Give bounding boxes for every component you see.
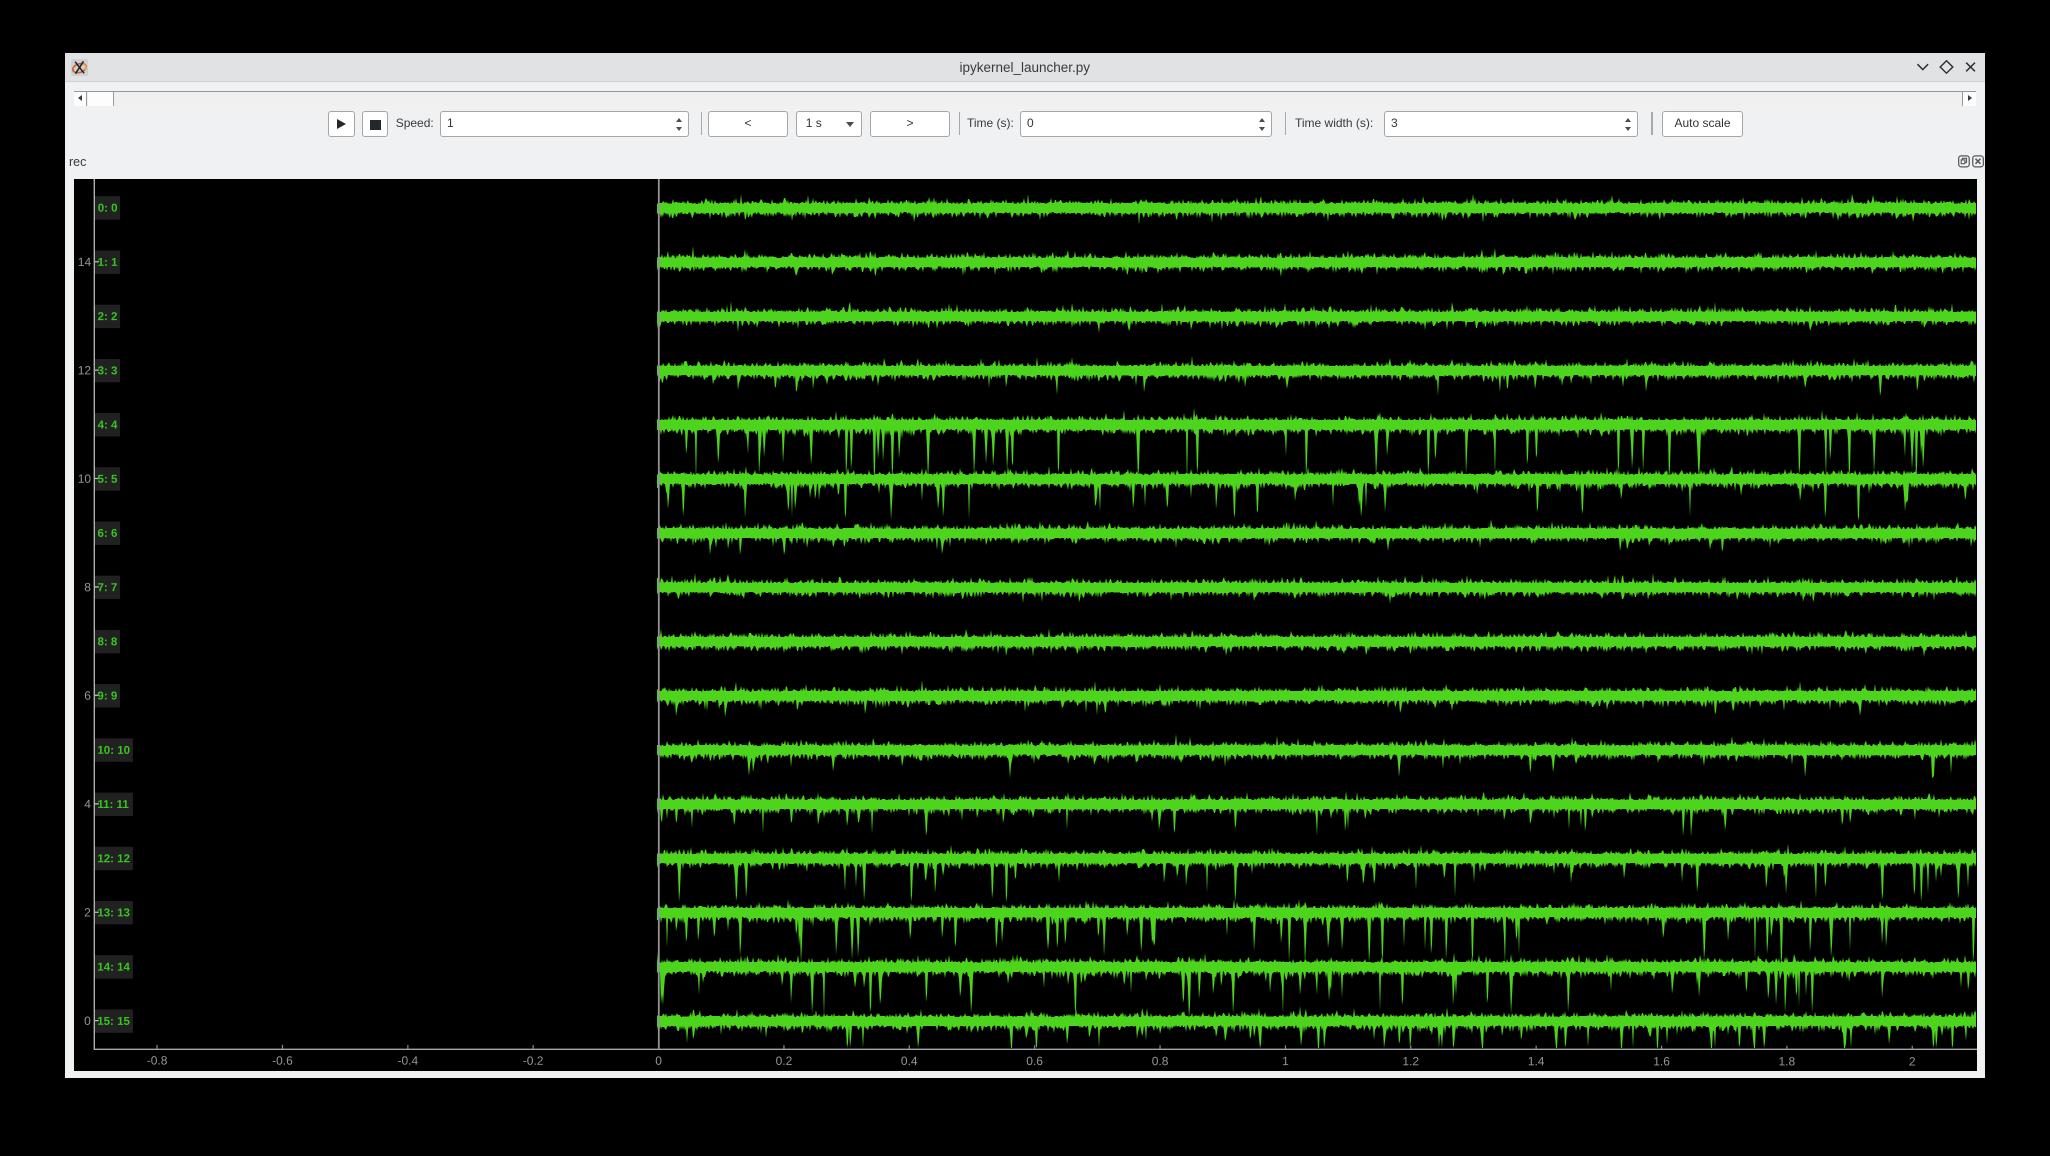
- svg-text:0: 0: 0: 0: [97, 202, 117, 214]
- svg-text:-0.2: -0.2: [522, 1053, 543, 1067]
- svg-text:0.2: 0.2: [775, 1053, 792, 1067]
- svg-text:4: 4: [84, 797, 91, 811]
- svg-text:0.6: 0.6: [1026, 1054, 1043, 1068]
- svg-text:-0.8: -0.8: [146, 1053, 167, 1067]
- svg-text:0: 0: [84, 1014, 91, 1028]
- svg-text:12: 12: 12: 12: [97, 853, 130, 865]
- svg-text:10: 10: [77, 471, 91, 485]
- svg-text:1.6: 1.6: [1653, 1054, 1670, 1068]
- svg-text:8: 8: [84, 580, 91, 594]
- svg-text:1.8: 1.8: [1778, 1054, 1795, 1068]
- svg-text:0.8: 0.8: [1151, 1054, 1168, 1068]
- svg-text:2: 2: 2: 2: [97, 311, 117, 323]
- svg-text:-0.6: -0.6: [272, 1053, 293, 1067]
- svg-text:3: 3: 3: 3: [97, 365, 117, 377]
- svg-text:9: 9: 9: 9: [97, 690, 117, 702]
- svg-text:12: 12: [77, 363, 91, 377]
- svg-text:0: 0: [655, 1053, 662, 1067]
- svg-text:4: 4: 4: 4: [97, 419, 117, 431]
- svg-text:13: 13: 13: 13: [97, 907, 130, 919]
- svg-text:1: 1: [1282, 1054, 1289, 1068]
- svg-text:10: 10: 10: 10: [97, 744, 130, 756]
- svg-text:14: 14: [77, 255, 91, 269]
- svg-text:0.4: 0.4: [901, 1054, 918, 1068]
- svg-text:1.2: 1.2: [1402, 1054, 1419, 1068]
- svg-text:1.4: 1.4: [1527, 1054, 1544, 1068]
- svg-text:15: 15: 15: 15: [97, 1015, 130, 1027]
- svg-text:7: 7: 7: 7: [97, 582, 117, 594]
- svg-text:-0.4: -0.4: [397, 1053, 418, 1067]
- svg-text:6: 6: [84, 688, 91, 702]
- svg-text:2: 2: [84, 905, 91, 919]
- svg-text:1: 1: 1: 1: [97, 257, 117, 269]
- svg-text:5: 5: 5: 5: [97, 473, 117, 485]
- svg-text:2: 2: [1909, 1054, 1916, 1068]
- svg-text:8: 8: 8: 8: [97, 636, 117, 648]
- svg-text:11: 11: 11: 11: [97, 799, 129, 811]
- svg-text:14: 14: 14: 14: [97, 961, 130, 973]
- svg-text:6: 6: 6: 6: [97, 528, 117, 540]
